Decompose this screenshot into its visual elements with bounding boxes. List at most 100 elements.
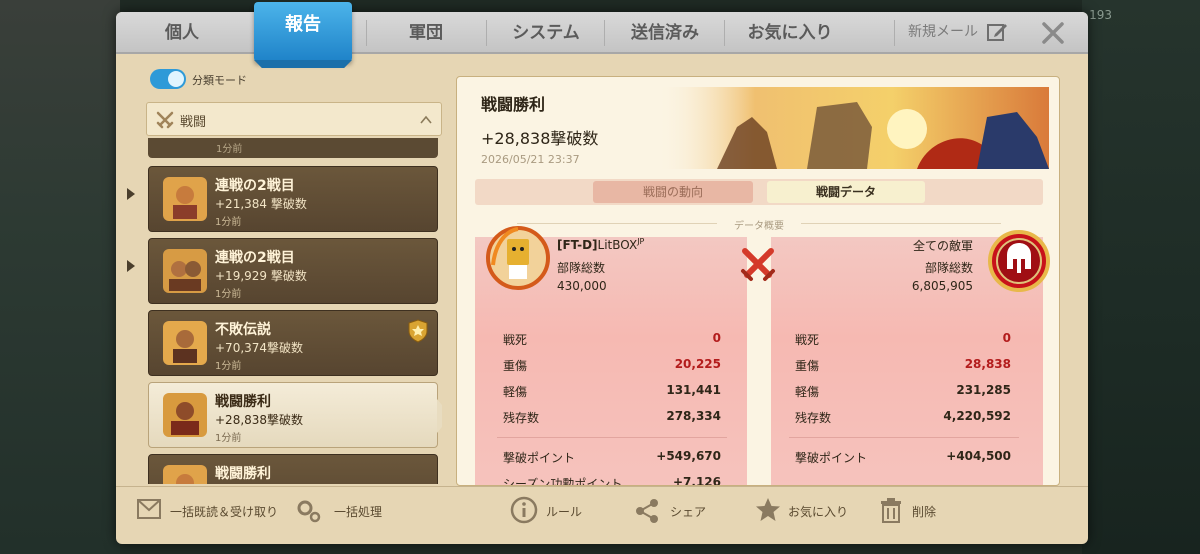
stat-value: 0 — [1002, 331, 1011, 345]
section-divider — [801, 223, 1001, 224]
shield-badge-icon — [408, 319, 428, 343]
compose-icon[interactable] — [986, 21, 1008, 43]
read-all-label: 一括既読＆受け取り — [170, 505, 279, 519]
share-button[interactable]: シェア — [632, 496, 722, 526]
stat-label: 撃破ポイント — [795, 451, 868, 465]
report-subtabs: 戦闘の動向 戦闘データ — [475, 179, 1043, 205]
report-detail-kills: +28,838撃破数 — [481, 129, 599, 148]
tab-divider — [604, 20, 605, 46]
enemy-stat-row: 撃破ポイント +404,500 — [795, 449, 1011, 469]
report-time: 1分前 — [215, 361, 242, 372]
stat-value: 278,334 — [666, 409, 721, 423]
versus-swords-icon — [741, 248, 775, 281]
background-number: 193 — [1089, 8, 1112, 22]
report-list[interactable]: 1分前 連戦の2戦目 +21,384 撃破数 1分前 連戦の2戦目 +19,92… — [146, 138, 442, 484]
player-name[interactable]: [FT-D]LitBOXJP — [557, 237, 644, 252]
list-item[interactable]: 不敗伝説 +70,374撃破数 1分前 — [148, 310, 438, 376]
info-icon — [510, 496, 538, 524]
delete-button[interactable]: 削除 — [878, 496, 968, 526]
player-avatar[interactable] — [485, 225, 551, 291]
tab-alliance[interactable]: 軍団 — [368, 12, 484, 54]
mail-window: 個人 軍団 システム 送信済み お気に入り 新規メール 報告 分類モード 戦闘 — [116, 2, 1088, 544]
trash-icon — [881, 498, 901, 523]
battle-banner-image — [657, 87, 1049, 169]
player-stat-row: 戦死 0 — [503, 331, 721, 351]
report-title: 不敗伝説 — [215, 322, 271, 338]
report-time: 1分前 — [216, 144, 243, 155]
stat-value: 20,225 — [674, 357, 721, 371]
background-right — [1082, 0, 1200, 554]
tab-system[interactable]: システム — [488, 12, 604, 54]
report-time: 1分前 — [215, 289, 242, 300]
enemy-stat-row: 軽傷 231,285 — [795, 383, 1011, 403]
bottom-divider — [116, 486, 1088, 487]
enemy-name: 全ての敵軍 — [912, 239, 973, 253]
category-mode-label: 分類モード — [192, 74, 247, 87]
enemy-stat-row: 残存数 4,220,592 — [795, 409, 1011, 429]
tab-divider — [366, 20, 367, 46]
rules-label: ルール — [546, 505, 583, 519]
stat-label: 軽傷 — [795, 385, 820, 399]
stat-divider — [497, 437, 727, 438]
report-kills: +70,374撃破数 — [215, 341, 304, 355]
favorite-button[interactable]: お気に入り — [754, 496, 864, 526]
background-left — [0, 0, 120, 554]
tab-favorites[interactable]: お気に入り — [726, 12, 854, 54]
report-title: 連戦の2戦目 — [215, 178, 295, 194]
tab-personal[interactable]: 個人 — [126, 12, 238, 54]
stat-label: 重傷 — [503, 359, 528, 373]
gears-icon — [297, 500, 321, 523]
commander-portrait-icon — [163, 465, 207, 484]
enemy-troops-label: 部隊総数 — [924, 261, 973, 275]
batch-process-button[interactable]: 一括処理 — [294, 496, 394, 526]
list-item-selected[interactable]: 戦闘勝利 +28,838撃破数 1分前 — [148, 382, 442, 448]
report-time: 1分前 — [215, 217, 242, 228]
share-label: シェア — [670, 505, 707, 519]
player-stat-row: 重傷 20,225 — [503, 357, 721, 377]
list-item[interactable]: 1分前 — [148, 138, 438, 158]
stat-value: 131,441 — [666, 383, 721, 397]
report-detail-date: 2026/05/21 23:37 — [481, 153, 580, 166]
category-filter-label: 戦闘 — [180, 115, 207, 130]
enemy-troops-value: 6,805,905 — [911, 279, 973, 293]
stat-label: 撃破ポイント — [503, 451, 576, 465]
tab-reports[interactable]: 報告 — [254, 2, 352, 62]
tab-battle-trend[interactable]: 戦闘の動向 — [593, 181, 753, 203]
report-detail-title: 戦闘勝利 — [481, 95, 546, 114]
report-title: 戦闘勝利 — [215, 466, 271, 482]
read-all-button[interactable]: 一括既読＆受け取り — [136, 496, 296, 526]
player-tag: [FT-D] — [557, 238, 598, 252]
stat-label: 残存数 — [795, 411, 832, 425]
stat-value: 231,285 — [956, 383, 1011, 397]
tab-sent[interactable]: 送信済み — [606, 12, 724, 54]
list-item[interactable]: 連戦の2戦目 +19,929 撃破数 1分前 — [148, 238, 438, 304]
player-server-tag: JP — [637, 237, 645, 246]
stat-value: 0 — [712, 331, 721, 345]
expand-arrow-icon[interactable] — [126, 188, 136, 200]
category-filter-dropdown[interactable]: 戦闘 — [146, 102, 442, 136]
chevron-up-icon — [420, 115, 432, 124]
player-stat-row: 軽傷 131,441 — [503, 383, 721, 403]
list-item[interactable]: 連戦の2戦目 +21,384 撃破数 1分前 — [148, 166, 438, 232]
list-item[interactable]: 戦闘勝利 — [148, 454, 438, 484]
expand-arrow-icon[interactable] — [126, 260, 136, 272]
player-troops-value: 430,000 — [557, 279, 607, 293]
new-mail-label[interactable]: 新規メール — [908, 12, 978, 54]
rules-button[interactable]: ルール — [510, 496, 600, 526]
player-troops-label: 部隊総数 — [557, 261, 606, 275]
stat-label: 戦死 — [503, 333, 528, 347]
player-name-text: LitBOX — [597, 238, 638, 252]
player-stat-row: 撃破ポイント +549,670 — [503, 449, 721, 469]
delete-label: 削除 — [912, 505, 937, 519]
report-kills: +28,838撃破数 — [215, 413, 304, 427]
close-icon[interactable] — [1040, 20, 1066, 46]
batch-process-label: 一括処理 — [334, 505, 383, 519]
stat-label: シーズン功勲ポイント — [503, 477, 623, 486]
envelope-icon — [137, 499, 161, 519]
category-mode-toggle[interactable] — [150, 69, 186, 89]
stat-value: +7,126 — [672, 475, 721, 486]
tab-battle-data[interactable]: 戦闘データ — [767, 181, 925, 203]
commander-portrait-icon — [163, 177, 207, 221]
report-time: 1分前 — [215, 433, 242, 444]
stat-value: +404,500 — [946, 449, 1011, 463]
